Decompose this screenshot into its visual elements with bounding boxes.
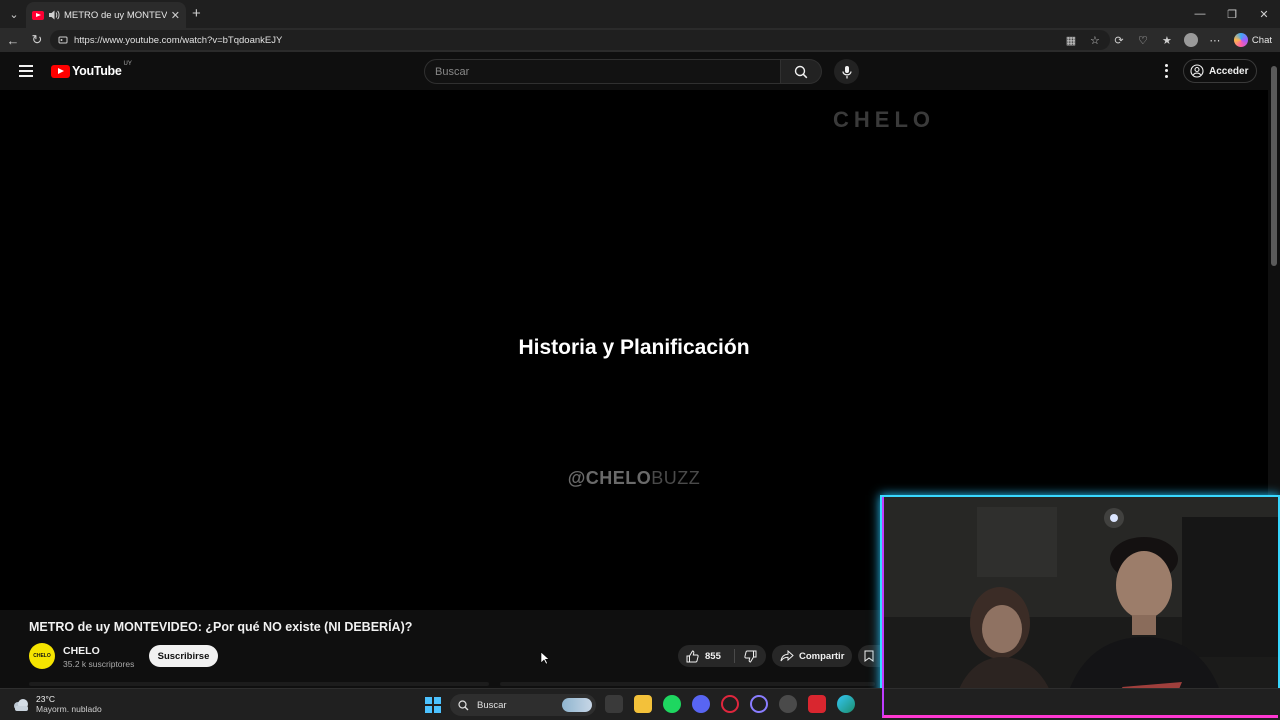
video-overlay-title: Historia y Planificación	[518, 336, 750, 359]
minimize-icon[interactable]: —	[1184, 0, 1216, 28]
webcam-overlay	[880, 495, 1280, 720]
like-button[interactable]: 855	[678, 645, 734, 667]
window-controls: — ❐ ✕	[1184, 0, 1280, 28]
youtube-wordmark: YouTube	[72, 64, 122, 78]
windows-start-icon[interactable]	[425, 697, 441, 713]
favorites-list-icon[interactable]: ★	[1158, 31, 1176, 49]
youtube-play-logo-icon	[51, 64, 70, 78]
site-info-icon[interactable]	[58, 35, 68, 45]
task-view-icon[interactable]	[605, 695, 623, 713]
subscriber-count: 35.2 k suscriptores	[63, 659, 135, 669]
edge-icon[interactable]	[837, 695, 855, 713]
voice-search-button[interactable]	[834, 59, 859, 84]
speaker-icon[interactable]	[48, 9, 60, 21]
description-bar	[29, 682, 489, 686]
profile-icon[interactable]	[1182, 31, 1200, 49]
tab-list-chevron-icon[interactable]: ⌄	[4, 4, 24, 24]
scrollbar-thumb[interactable]	[1271, 66, 1277, 266]
taskbar-search-icon	[458, 699, 469, 710]
channel-avatar[interactable]: CHELO	[29, 643, 55, 669]
weather-temperature: 23°C	[36, 694, 55, 704]
channel-name[interactable]: CHELO	[63, 645, 100, 657]
browser-tab-bar: ⌄ METRO de uy MONTEVIDEO: ¿Por qué NO ex…	[0, 0, 1280, 28]
thumbs-up-icon	[686, 649, 699, 662]
sign-in-button[interactable]: Acceder	[1183, 59, 1257, 83]
browser-tab-active[interactable]: METRO de uy MONTEVIDEO: ¿Por qué NO exis…	[26, 2, 186, 28]
settings-more-icon[interactable]: ⋯	[1206, 31, 1224, 49]
search-highlight-icon	[562, 698, 592, 712]
like-count: 855	[705, 650, 721, 662]
youtube-logo[interactable]: YouTube UY	[51, 61, 132, 78]
search-icon	[794, 65, 808, 78]
back-arrow-icon[interactable]: ←	[4, 31, 22, 49]
search-input[interactable]	[424, 59, 781, 84]
close-window-icon[interactable]: ✕	[1248, 0, 1280, 28]
share-button[interactable]: Compartir	[772, 645, 852, 667]
video-title: METRO de uy MONTEVIDEO: ¿Por qué NO exis…	[29, 620, 413, 634]
taskbar-search-label: Buscar	[477, 699, 507, 711]
app-available-icon[interactable]: ▦	[1062, 31, 1080, 49]
save-button[interactable]	[858, 645, 880, 667]
share-label: Compartir	[799, 650, 845, 662]
chat-label: Chat	[1251, 34, 1272, 46]
url-field[interactable]: https://www.youtube.com/watch?v=bTqdoank…	[50, 30, 1110, 50]
taskbar-apps	[605, 695, 855, 713]
close-tab-icon[interactable]: ✕	[171, 9, 180, 22]
extensions-icon[interactable]: ⟳	[1110, 31, 1128, 49]
tab-title: METRO de uy MONTEVIDEO: ¿Por qué NO exis…	[64, 9, 167, 21]
windows-taskbar: 23°C Mayorm. nublado Buscar	[0, 688, 1280, 720]
video-handle: @CHELOBUZZ	[0, 468, 1268, 489]
share-arrow-icon	[780, 650, 794, 662]
account-circle-icon	[1190, 64, 1204, 78]
webcam-image	[882, 497, 1278, 718]
subscribe-button[interactable]: Suscribirse	[149, 645, 218, 667]
copilot-icon	[1233, 33, 1248, 47]
youtube-favicon-icon	[32, 10, 44, 20]
red-app-icon[interactable]	[808, 695, 826, 713]
opera-gx-icon[interactable]	[721, 695, 739, 713]
comments-bar	[500, 682, 875, 686]
steam-icon[interactable]	[779, 695, 797, 713]
youtube-header: YouTube UY Acceder	[0, 52, 1268, 90]
menu-hamburger-icon[interactable]	[19, 65, 33, 77]
cloud-icon	[14, 698, 28, 711]
video-handle-bold: @CHELO	[567, 468, 652, 488]
video-handle-light: BUZZ	[651, 468, 701, 488]
copilot-chat-button[interactable]: Chat	[1230, 33, 1276, 47]
settings-kebab-icon[interactable]	[1158, 63, 1174, 79]
dislike-button[interactable]	[735, 645, 766, 667]
new-tab-plus-icon[interactable]: +	[192, 5, 201, 22]
reload-icon[interactable]: ↻	[28, 31, 46, 49]
microphone-icon	[841, 65, 852, 78]
browser-essentials-icon[interactable]: ♡	[1134, 31, 1152, 49]
like-dislike-group: 855	[678, 645, 766, 667]
video-watermark: CHELO	[833, 107, 935, 132]
taskbar-search[interactable]: Buscar	[450, 694, 596, 716]
weather-condition: Mayorm. nublado	[36, 704, 102, 714]
favorite-star-icon[interactable]: ☆	[1086, 31, 1104, 49]
address-bar-row: ← ↻ https://www.youtube.com/watch?v=bTqd…	[0, 28, 1280, 52]
restore-icon[interactable]: ❐	[1216, 0, 1248, 28]
sign-in-label: Acceder	[1209, 65, 1249, 77]
url-text: https://www.youtube.com/watch?v=bTqdoank…	[74, 34, 283, 46]
toolbar-actions: ▦ ☆ ⟳ ♡ ★ ⋯ Chat	[1062, 30, 1276, 50]
screen: ⌄ METRO de uy MONTEVIDEO: ¿Por qué NO ex…	[0, 0, 1280, 720]
thumbs-down-icon	[744, 650, 757, 663]
region-code: UY	[123, 61, 132, 67]
mouse-cursor-icon	[540, 651, 550, 665]
bookmark-icon	[864, 650, 874, 662]
spotify-icon[interactable]	[663, 695, 681, 713]
file-explorer-icon[interactable]	[634, 695, 652, 713]
obs-icon[interactable]	[750, 695, 768, 713]
search-bar	[424, 59, 822, 84]
search-button[interactable]	[781, 59, 822, 84]
weather-widget[interactable]: 23°C Mayorm. nublado	[12, 694, 102, 715]
discord-icon[interactable]	[692, 695, 710, 713]
